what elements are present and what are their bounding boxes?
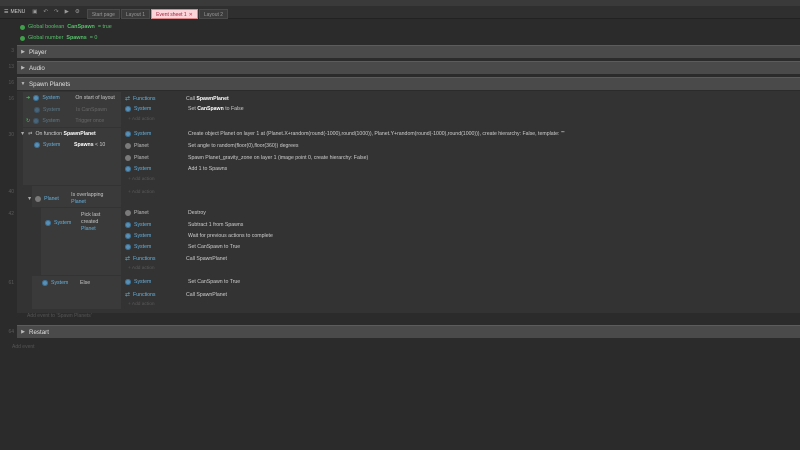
- system-icon: [33, 95, 40, 101]
- trigger-icon: ➜: [26, 95, 31, 101]
- action-row[interactable]: System Set CanSpawn to True: [125, 244, 240, 250]
- system-icon: [42, 280, 48, 286]
- collapse-arrow-icon[interactable]: ▼: [20, 131, 25, 137]
- system-icon: [45, 219, 51, 226]
- system-icon: [125, 106, 131, 112]
- action-row[interactable]: Planet Destroy: [125, 210, 206, 216]
- save-icon[interactable]: ▣: [29, 9, 40, 15]
- redo-icon[interactable]: ↷: [51, 9, 62, 15]
- action-row[interactable]: System Set CanSpawn to True: [125, 279, 240, 285]
- line-number: 16: [8, 96, 14, 102]
- action-row[interactable]: ⇄ Functions Call SpawnPlanet: [125, 255, 227, 263]
- tab-layout-1[interactable]: Layout 1: [120, 8, 151, 19]
- line-number: 64: [8, 329, 14, 335]
- close-tab-icon[interactable]: ✕: [189, 12, 193, 18]
- add-action-button[interactable]: + Add action: [128, 190, 155, 195]
- collapse-arrow-icon[interactable]: ▼: [27, 196, 32, 202]
- action-row[interactable]: Planet Set angle to random(floor(0),floo…: [125, 143, 298, 149]
- condition-row[interactable]: System Else: [42, 280, 90, 286]
- planet-icon: [125, 210, 131, 216]
- system-icon: [125, 233, 131, 239]
- system-icon: [125, 166, 131, 172]
- global-var-spawns[interactable]: Global number Spawns = 0: [20, 35, 97, 41]
- line-number: 42: [8, 211, 14, 217]
- action-row[interactable]: Planet Spawn Planet_gravity_zone on laye…: [125, 155, 368, 161]
- functions-icon: ⇄: [125, 96, 131, 102]
- action-row[interactable]: System Subtract 1 from Spawns: [125, 222, 243, 228]
- tab-layout-2[interactable]: Layout 2: [198, 8, 229, 19]
- add-action-button[interactable]: + Add action: [128, 302, 155, 307]
- debug-icon[interactable]: ⚙: [72, 9, 83, 15]
- planet-icon: [125, 143, 131, 149]
- action-row[interactable]: ⇄ Functions Call SpawnPlanet: [125, 95, 229, 103]
- menu-icon: ☰: [4, 9, 9, 15]
- system-icon: [125, 279, 131, 285]
- system-icon: [33, 118, 40, 124]
- expand-arrow-icon[interactable]: ▶: [17, 49, 29, 55]
- system-icon: [125, 222, 131, 228]
- function-icon: ⇄: [28, 131, 33, 137]
- condition-row[interactable]: System Pick last created Planet: [45, 212, 101, 233]
- group-restart[interactable]: ▶ Restart: [17, 325, 800, 338]
- condition-row[interactable]: System Is CanSpawn: [26, 107, 107, 113]
- condition-row[interactable]: ↻ System Trigger once: [26, 118, 104, 124]
- condition-row[interactable]: System Spawns < 10: [34, 142, 105, 148]
- action-row[interactable]: System Create object Planet on layer 1 a…: [125, 131, 565, 137]
- group-audio[interactable]: ▶ Audio: [17, 61, 800, 74]
- global-variable-icon: [20, 35, 25, 41]
- add-event-to-group-button[interactable]: Add event to 'Spawn Planets': [27, 313, 92, 319]
- undo-icon[interactable]: ↶: [40, 9, 51, 15]
- line-number: 16: [8, 80, 14, 86]
- functions-icon: ⇄: [125, 292, 131, 298]
- tab-event-sheet-1[interactable]: Event sheet 1 ✕: [151, 8, 198, 19]
- system-icon: [125, 244, 131, 250]
- add-action-button[interactable]: + Add action: [128, 177, 155, 182]
- line-number: 40: [8, 189, 14, 195]
- loop-icon: ↻: [26, 118, 31, 124]
- expand-arrow-icon[interactable]: ▶: [17, 65, 29, 71]
- add-action-button[interactable]: + Add action: [128, 117, 155, 122]
- system-icon: [34, 142, 40, 148]
- condition-row[interactable]: ▼ Planet Is overlapping Planet: [27, 192, 103, 206]
- system-icon: [34, 107, 40, 113]
- expand-arrow-icon[interactable]: ▶: [17, 329, 29, 335]
- function-header[interactable]: ▼ ⇄ On function SpawnPlanet: [20, 131, 96, 137]
- line-number: 61: [8, 280, 14, 286]
- action-row[interactable]: ⇄ Functions Call SpawnPlanet: [125, 291, 227, 299]
- add-action-button[interactable]: + Add action: [128, 266, 155, 271]
- action-row[interactable]: System Set CanSpawn to False: [125, 106, 244, 112]
- add-event-button[interactable]: Add event: [12, 344, 35, 350]
- menu-button[interactable]: ☰ MENU: [0, 6, 29, 19]
- action-row[interactable]: System Add 1 to Spawns: [125, 166, 227, 172]
- planet-icon: [35, 196, 42, 202]
- tab-bar: Start page Layout 1 Event sheet 1 ✕ Layou…: [86, 6, 229, 19]
- play-icon[interactable]: ▶: [62, 9, 72, 15]
- collapse-arrow-icon[interactable]: ▼: [17, 81, 29, 87]
- system-icon: [125, 131, 131, 137]
- line-number: 30: [8, 132, 14, 138]
- line-number: 13: [8, 64, 14, 70]
- group-spawn-planets[interactable]: ▼ Spawn Planets: [17, 77, 800, 90]
- action-row[interactable]: System Wait for previous actions to comp…: [125, 233, 273, 239]
- planet-icon: [125, 155, 131, 161]
- global-var-canspawn[interactable]: Global boolean CanSpawn = true: [20, 24, 112, 30]
- condition-row[interactable]: ➜ System On start of layout: [26, 95, 115, 101]
- line-number: 3: [11, 48, 14, 54]
- group-player[interactable]: ▶ Player: [17, 45, 800, 58]
- global-variable-icon: [20, 24, 25, 30]
- toolbar: ☰ MENU ▣ ↶ ↷ ▶ ⚙ Start page Layout 1 Eve…: [0, 6, 800, 19]
- functions-icon: ⇄: [125, 256, 131, 262]
- tab-start-page[interactable]: Start page: [86, 8, 120, 19]
